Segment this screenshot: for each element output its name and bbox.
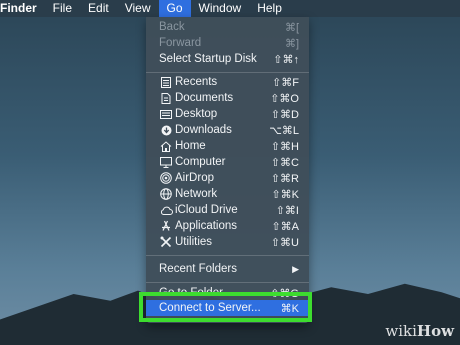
menu-item-label: Home [175,140,206,152]
menu-item-label: Applications [175,220,238,232]
menu-separator [146,72,309,73]
watermark-wiki: wiki [385,322,417,340]
menu-item-utilities[interactable]: Utilities ⇧⌘U [146,234,309,250]
computer-icon [159,156,173,168]
menu-item-forward[interactable]: Forward ⌘] [146,35,309,51]
menu-item-desktop[interactable]: Desktop ⇧⌘D [146,106,309,122]
menu-edit[interactable]: Edit [80,0,117,17]
desktop-icon [159,109,173,119]
menu-item-shortcut: ⌥⌘L [269,124,299,137]
menu-item-label: Documents [175,92,234,104]
menu-item-label: Desktop [175,108,218,120]
recents-icon [159,76,173,88]
menu-item-label: AirDrop [175,172,214,184]
menu-item-shortcut: ⇧⌘F [272,76,299,89]
menu-item-downloads[interactable]: Downloads ⌥⌘L [146,122,309,138]
menu-item-label: Downloads [175,124,232,136]
menu-item-shortcut: ⇧⌘K [271,188,299,201]
callout-highlight-box [139,292,312,322]
utilities-icon [159,236,173,248]
menu-item-label: Back [159,21,185,33]
menu-item-shortcut: ⇧⌘D [270,108,299,121]
watermark: wikiHow [385,322,454,340]
menu-item-airdrop[interactable]: AirDrop ⇧⌘R [146,170,309,186]
menu-item-select-startup-disk[interactable]: Select Startup Disk ⇧⌘↑ [146,51,309,67]
menu-item-label: Network [175,188,218,200]
menu-item-applications[interactable]: Applications ⇧⌘A [146,218,309,234]
menu-item-recent-folders[interactable]: Recent Folders ▶ [146,261,309,277]
watermark-how: How [416,322,454,340]
menu-item-shortcut: ⇧⌘A [271,220,299,233]
menu-go[interactable]: Go [158,0,191,17]
menu-item-shortcut: ⇧⌘U [270,236,299,249]
menu-bar: Finder File Edit View Go Window Help [0,0,460,17]
network-icon [159,188,173,200]
applications-icon [159,220,173,232]
downloads-icon [159,125,173,136]
menu-item-label: Forward [159,37,202,49]
menu-item-label: iCloud Drive [175,204,238,216]
menu-view[interactable]: View [117,0,159,17]
menu-item-shortcut: ⇧⌘R [270,172,299,185]
menu-item-label: Utilities [175,236,213,248]
menu-file[interactable]: File [45,0,80,17]
menu-window[interactable]: Window [191,0,250,17]
menu-item-label: Recent Folders [159,263,237,275]
airdrop-icon [159,172,173,184]
menu-item-recents[interactable]: Recents ⇧⌘F [146,74,309,90]
menu-item-shortcut: ⇧⌘C [270,156,299,169]
documents-icon [159,92,173,104]
menu-item-shortcut: ⌘] [284,37,299,50]
menu-item-label: Computer [175,156,226,168]
submenu-arrow-icon: ▶ [292,263,299,274]
menu-item-shortcut: ⇧⌘I [275,204,299,217]
menu-item-back[interactable]: Back ⌘[ [146,19,309,35]
menu-item-shortcut: ⇧⌘O [270,92,299,105]
go-menu-dropdown: Back ⌘[ Forward ⌘] Select Startup Disk ⇧… [146,17,309,323]
menu-item-home[interactable]: Home ⇧⌘H [146,138,309,154]
menu-item-documents[interactable]: Documents ⇧⌘O [146,90,309,106]
menu-item-shortcut: ⇧⌘H [270,140,299,153]
menu-item-label: Select Startup Disk [159,53,257,65]
menu-item-label: Recents [175,76,218,88]
icloud-icon [159,206,173,215]
menu-item-computer[interactable]: Computer ⇧⌘C [146,154,309,170]
menu-item-shortcut: ⌘[ [284,21,299,34]
menu-help[interactable]: Help [249,0,290,17]
menu-finder[interactable]: Finder [0,0,45,17]
menu-item-shortcut: ⇧⌘↑ [273,53,299,66]
menu-item-network[interactable]: Network ⇧⌘K [146,186,309,202]
menu-separator [146,255,309,256]
home-icon [159,140,173,152]
menu-item-icloud-drive[interactable]: iCloud Drive ⇧⌘I [146,202,309,218]
menu-separator [146,282,309,283]
